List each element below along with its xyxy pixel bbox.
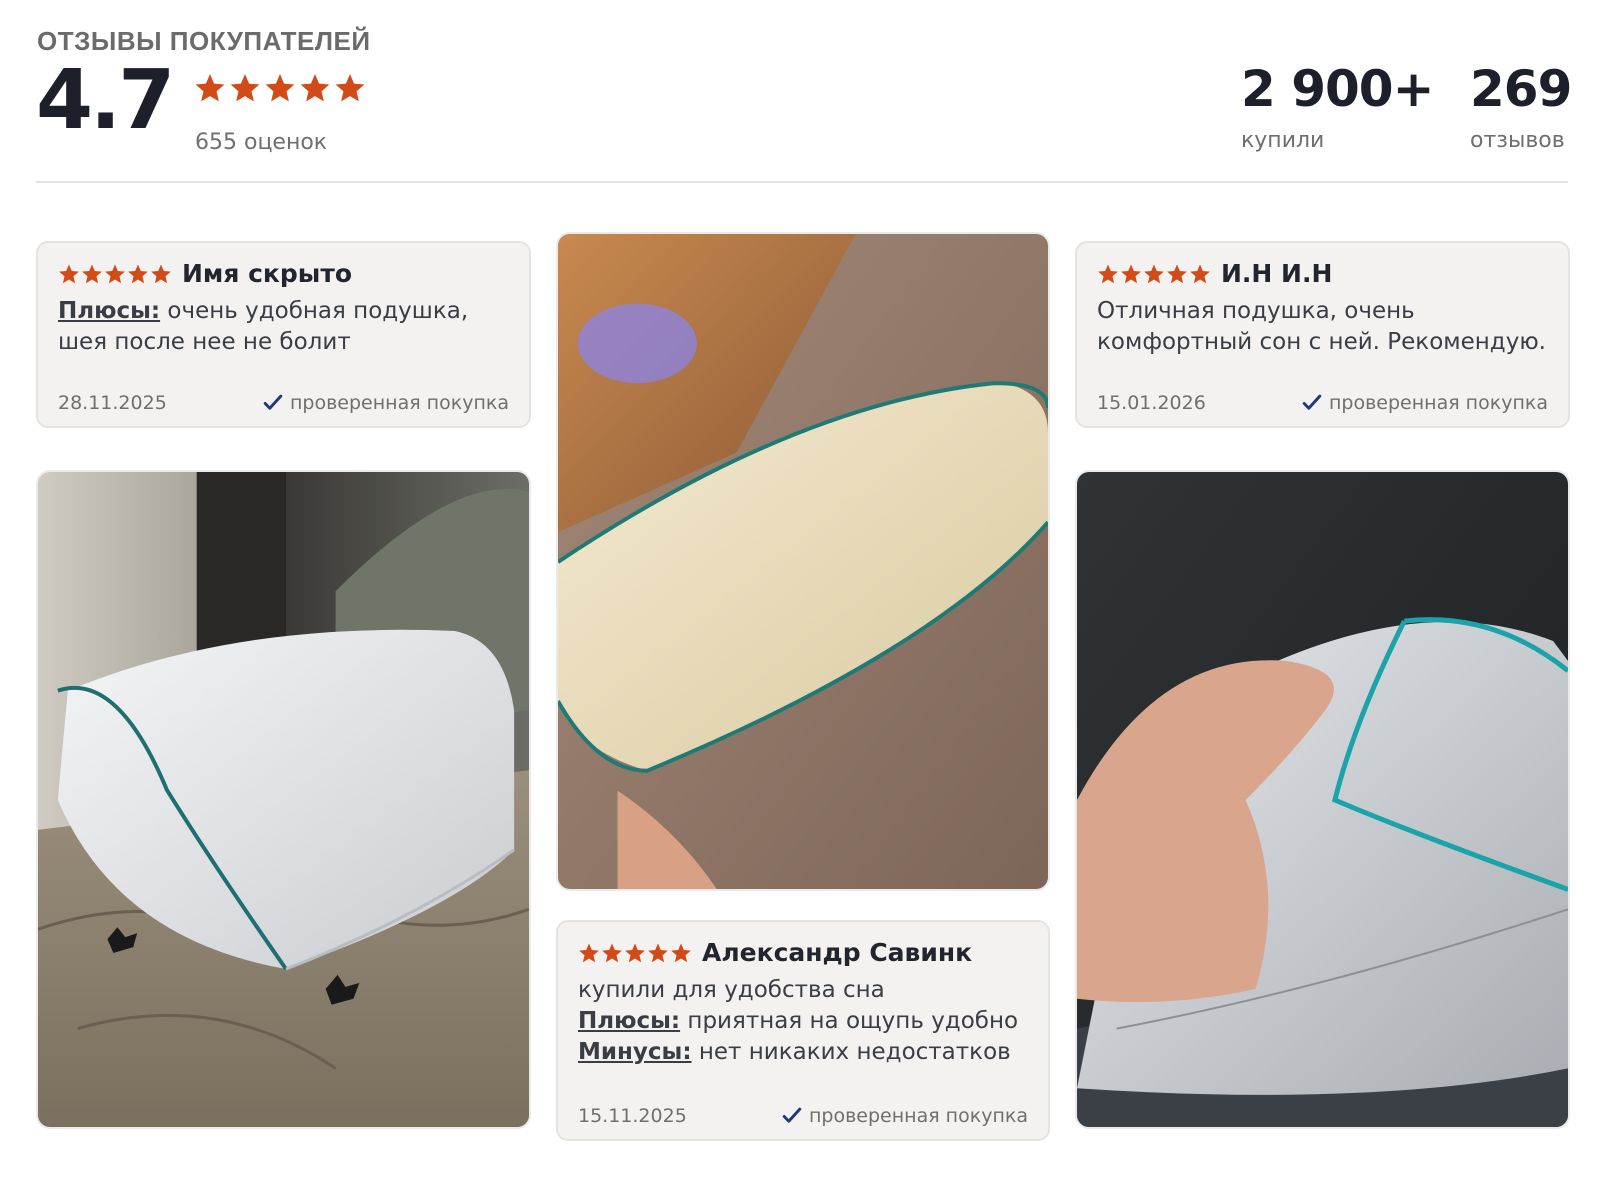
verified-badge: проверенная покупка — [262, 392, 509, 414]
verified-label: проверенная покупка — [1328, 392, 1548, 414]
star-icon — [624, 942, 646, 964]
star-icon — [1166, 263, 1188, 285]
star-icon — [264, 72, 296, 104]
cons-label: Минусы: — [578, 1039, 692, 1065]
review-card[interactable]: Имя скрыто Плюсы: очень удобная подушка,… — [36, 241, 531, 428]
review-photo[interactable] — [1075, 470, 1570, 1129]
star-icon — [104, 263, 126, 285]
review-card[interactable]: И.Н И.Н Отличная подушка, очень комфортн… — [1075, 241, 1570, 428]
verified-badge: проверенная покупка — [1301, 392, 1548, 414]
verified-label: проверенная покупка — [289, 392, 509, 414]
review-photo[interactable] — [36, 470, 531, 1129]
star-icon — [578, 942, 600, 964]
star-icon — [1120, 263, 1142, 285]
star-icon — [670, 942, 692, 964]
stat-bought-label: купили — [1241, 128, 1325, 153]
pillow-photo-image — [1077, 472, 1568, 1127]
ratings-count[interactable]: 655 оценок — [195, 130, 327, 155]
review-stars — [1097, 263, 1211, 285]
review-text: Плюсы: очень удобная подушка, шея после … — [58, 296, 509, 358]
review-date: 15.11.2025 — [578, 1105, 687, 1127]
star-icon — [1097, 263, 1119, 285]
checkmark-icon — [1301, 392, 1323, 414]
star-icon — [194, 72, 226, 104]
verified-label: проверенная покупка — [808, 1105, 1028, 1127]
star-icon — [1189, 263, 1211, 285]
stat-reviews-label: отзывов — [1470, 128, 1565, 153]
review-stars — [578, 942, 692, 964]
star-icon — [58, 263, 80, 285]
review-author: И.Н И.Н — [1221, 259, 1333, 288]
review-stars — [58, 263, 172, 285]
star-icon — [647, 942, 669, 964]
pros-label: Плюсы: — [58, 298, 161, 324]
star-icon — [334, 72, 366, 104]
rating-stars — [194, 72, 366, 104]
star-icon — [150, 263, 172, 285]
checkmark-icon — [781, 1105, 803, 1127]
review-comment: купили для удобства сна — [578, 977, 885, 1003]
star-icon — [229, 72, 261, 104]
stat-reviews-value: 269 — [1470, 60, 1572, 118]
pillow-photo-image — [38, 472, 529, 1127]
header-divider — [36, 181, 1568, 183]
pros-text: приятная на ощупь удобно — [687, 1008, 1019, 1034]
star-icon — [127, 263, 149, 285]
stat-bought: 2 900+ купили — [1241, 60, 1434, 153]
review-photo[interactable] — [556, 232, 1050, 891]
pillow-photo-image — [558, 234, 1048, 889]
average-rating: 4.7 — [36, 53, 175, 148]
star-icon — [299, 72, 331, 104]
stat-reviews[interactable]: 269 отзывов — [1470, 60, 1572, 153]
stat-bought-value: 2 900+ — [1241, 60, 1434, 118]
star-icon — [601, 942, 623, 964]
cons-text: нет никаких недостатков — [698, 1039, 1011, 1065]
review-text: Отличная подушка, очень комфортный сон с… — [1097, 298, 1546, 355]
pros-label: Плюсы: — [578, 1008, 681, 1034]
star-icon — [1143, 263, 1165, 285]
review-date: 15.01.2026 — [1097, 392, 1206, 414]
review-author: Имя скрыто — [182, 259, 353, 288]
review-text: купили для удобства сна Плюсы: приятная … — [578, 975, 1028, 1068]
review-card[interactable]: Александр Савинк купили для удобства сна… — [556, 920, 1050, 1141]
star-icon — [81, 263, 103, 285]
verified-badge: проверенная покупка — [781, 1105, 1028, 1127]
review-date: 28.11.2025 — [58, 392, 167, 414]
checkmark-icon — [262, 392, 284, 414]
review-author: Александр Савинк — [702, 938, 973, 967]
